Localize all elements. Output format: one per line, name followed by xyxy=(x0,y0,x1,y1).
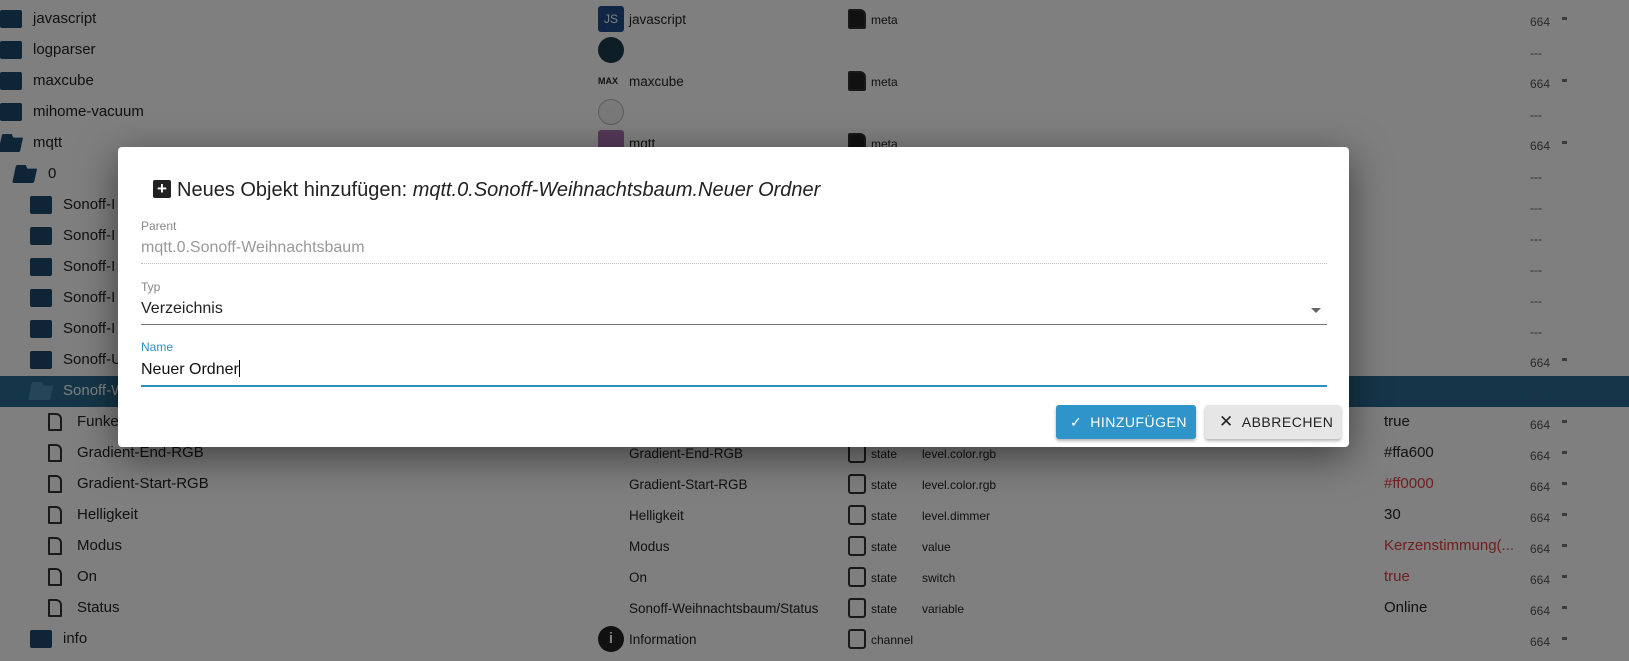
name-input[interactable]: Neuer Ordner xyxy=(141,361,239,378)
add-object-dialog: + Neues Objekt hinzufügen: mqtt.0.Sonoff-… xyxy=(118,147,1349,447)
close-icon: ✕ xyxy=(1219,412,1234,431)
title-object-id: mqtt.0.Sonoff-Weihnachtsbaum.Neuer Ordne… xyxy=(412,179,821,201)
typ-value[interactable]: Verzeichnis xyxy=(141,300,223,317)
text-cursor xyxy=(238,360,240,377)
check-icon: ✓ xyxy=(1070,413,1083,430)
plus-box-icon: + xyxy=(153,180,171,198)
dialog-title: + Neues Objekt hinzufügen: mqtt.0.Sonoff-… xyxy=(153,179,820,202)
name-label: Name xyxy=(141,340,174,354)
cancel-button-label: ABBRECHEN xyxy=(1241,414,1334,430)
typ-label: Typ xyxy=(141,280,161,294)
name-field[interactable]: Name Neuer Ordner xyxy=(141,340,1327,387)
cancel-button[interactable]: ✕ ABBRECHEN xyxy=(1205,405,1341,439)
parent-field: Parent mqtt.0.Sonoff-Weihnachtsbaum xyxy=(141,219,1327,264)
typ-select[interactable]: Typ Verzeichnis xyxy=(141,280,1327,325)
title-prefix: Neues Objekt hinzufügen: xyxy=(177,179,413,201)
dropdown-caret-icon[interactable] xyxy=(1311,308,1321,313)
parent-value: mqtt.0.Sonoff-Weihnachtsbaum xyxy=(141,239,1327,264)
add-button-label: HINZUFÜGEN xyxy=(1090,414,1188,430)
add-button[interactable]: ✓ HINZUFÜGEN xyxy=(1056,405,1196,439)
parent-label: Parent xyxy=(141,219,177,233)
